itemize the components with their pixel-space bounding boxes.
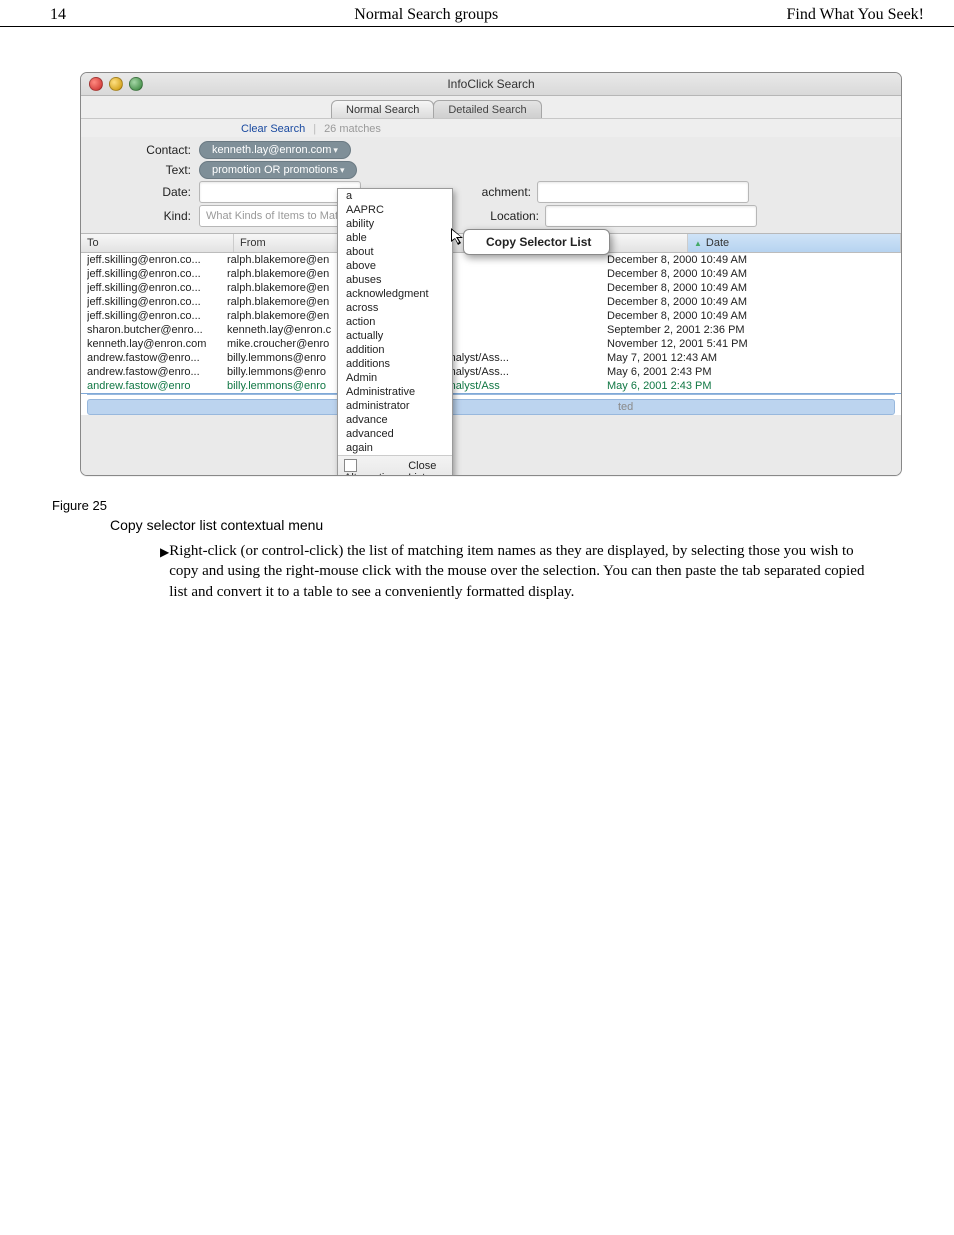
table-row[interactable]: jeff.skilling@enron.co...ralph.blakemore…	[81, 309, 901, 323]
attachment-label: achment:	[451, 185, 537, 199]
autocomplete-item[interactable]: action	[338, 315, 452, 329]
window-title: InfoClick Search	[81, 77, 901, 91]
context-menu-copy-selector-list[interactable]: Copy Selector List	[463, 229, 610, 255]
text-token[interactable]: promotion OR promotions▾	[199, 161, 357, 179]
location-input[interactable]	[545, 205, 757, 227]
autocomplete-item[interactable]: advance	[338, 413, 452, 427]
autocomplete-item[interactable]: abuses	[338, 273, 452, 287]
contact-token[interactable]: kenneth.lay@enron.com▾	[199, 141, 351, 159]
text-label: Text:	[91, 163, 199, 177]
figure-body-text: Right-click (or control-click) the list …	[169, 541, 874, 602]
contact-label: Contact:	[91, 143, 199, 157]
autocomplete-item[interactable]: above	[338, 259, 452, 273]
page-header: 14 Normal Search groups Find What You Se…	[0, 0, 954, 27]
autocomplete-item[interactable]: Admin	[338, 371, 452, 385]
alternatives-checkbox[interactable]: Alternatives	[344, 459, 402, 476]
autocomplete-item[interactable]: able	[338, 231, 452, 245]
clear-search-button[interactable]: Clear Search	[241, 123, 305, 135]
col-to[interactable]: To	[81, 234, 234, 252]
autocomplete-item[interactable]: administrator	[338, 399, 452, 413]
page-tagline: Find What You Seek!	[787, 6, 925, 24]
window-titlebar: InfoClick Search	[81, 73, 901, 96]
search-form: Contact: kenneth.lay@enron.com▾ Text: pr…	[81, 137, 901, 233]
table-row[interactable]: jeff.skilling@enron.co...ralph.blakemore…	[81, 295, 901, 309]
table-body[interactable]: jeff.skilling@enron.co...ralph.blakemore…	[81, 253, 901, 394]
table-row[interactable]: andrew.fastow@enro...billy.lemmons@enroR…	[81, 351, 901, 365]
selected-row-bar: ted	[87, 399, 895, 415]
chapter-title: Normal Search groups	[354, 6, 498, 24]
autocomplete-item[interactable]: ability	[338, 217, 452, 231]
figure-caption: Figure 25 Copy selector list contextual …	[52, 498, 954, 533]
col-date[interactable]: ▲Date	[688, 234, 901, 252]
cursor-icon	[451, 228, 465, 246]
autocomplete-item[interactable]: about	[338, 245, 452, 259]
table-row[interactable]: jeff.skilling@enron.co...ralph.blakemore…	[81, 281, 901, 295]
results-table: To From ▲Date jeff.skilling@enron.co...r…	[81, 233, 901, 415]
autocomplete-popup[interactable]: aAAPRCabilityableaboutaboveabusesacknowl…	[337, 188, 453, 476]
table-row[interactable]: kenneth.lay@enron.commike.croucher@enroN…	[81, 337, 901, 351]
figure-title: Copy selector list contextual menu	[110, 517, 954, 533]
autocomplete-item[interactable]: additions	[338, 357, 452, 371]
table-row[interactable]: jeff.skilling@enron.co...ralph.blakemore…	[81, 253, 901, 267]
close-list-button[interactable]: Close List	[408, 460, 446, 477]
bullet-icon: ▶	[160, 541, 169, 602]
date-label: Date:	[91, 185, 199, 199]
autocomplete-item[interactable]: across	[338, 301, 452, 315]
autocomplete-item[interactable]: addition	[338, 343, 452, 357]
autocomplete-item[interactable]: AAPRC	[338, 203, 452, 217]
match-count: 26 matches	[324, 123, 381, 135]
page-number: 14	[50, 6, 66, 24]
search-toolbar: Clear Search | 26 matches	[81, 119, 901, 137]
location-label: Location:	[459, 209, 545, 223]
autocomplete-item[interactable]: acknowledgment	[338, 287, 452, 301]
autocomplete-item[interactable]: again	[338, 441, 452, 455]
figure-body: ▶ Right-click (or control-click) the lis…	[160, 541, 874, 602]
kind-label: Kind:	[91, 209, 199, 223]
tab-detailed-search[interactable]: Detailed Search	[433, 100, 541, 118]
table-row[interactable]: andrew.fastow@enro...billy.lemmons@enroR…	[81, 365, 901, 379]
autocomplete-item[interactable]: advanced	[338, 427, 452, 441]
autocomplete-item[interactable]: actually	[338, 329, 452, 343]
figure-number: Figure 25	[52, 498, 954, 513]
table-row[interactable]: jeff.skilling@enron.co...ralph.blakemore…	[81, 267, 901, 281]
autocomplete-item[interactable]: a	[338, 189, 452, 203]
app-window: InfoClick Search Normal Search Detailed …	[80, 72, 902, 476]
attachment-input[interactable]	[537, 181, 749, 203]
table-row[interactable]: andrew.fastow@enrobilly.lemmons@enroRevi…	[81, 379, 901, 394]
tab-normal-search[interactable]: Normal Search	[331, 100, 434, 118]
table-row[interactable]: sharon.butcher@enro...kenneth.lay@enron.…	[81, 323, 901, 337]
autocomplete-item[interactable]: Administrative	[338, 385, 452, 399]
sort-asc-icon: ▲	[694, 239, 706, 248]
search-tabs: Normal Search Detailed Search	[81, 96, 901, 119]
